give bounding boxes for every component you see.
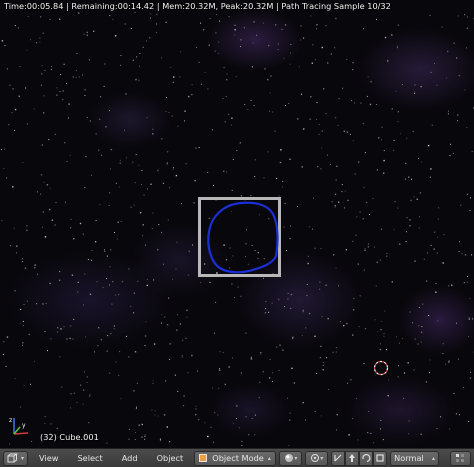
3d-viewport[interactable]: Time:00:05.84 | Remaining:00:14.42 | Mem… (0, 0, 474, 448)
manipulator-icon (334, 454, 342, 462)
viewport-shading-dropdown[interactable]: ▾ (279, 450, 303, 466)
pivot-point-icon (311, 454, 320, 462)
dropdown-arrow-icon: ▾ (320, 454, 324, 462)
pivot-point-dropdown[interactable]: ▾ (305, 450, 329, 466)
dropdown-arrow-icon: ▴ (431, 454, 435, 462)
menu-object[interactable]: Object (149, 451, 192, 466)
viewport-header: ▾ View Select Add Object Object Mode ▴ ▾… (0, 448, 474, 467)
dropdown-arrow-icon: ▾ (21, 454, 25, 462)
scale-button[interactable] (373, 450, 388, 466)
menu-add[interactable]: Add (114, 451, 146, 466)
svg-text:y: y (22, 422, 26, 429)
manipulator-toggle-button[interactable] (331, 450, 346, 466)
orientation-label: Normal (394, 453, 424, 463)
translate-button[interactable] (345, 450, 360, 466)
dropdown-arrow-icon: ▴ (267, 454, 271, 462)
object-mode-icon (199, 454, 208, 462)
scale-box-icon (376, 454, 384, 462)
layers-button[interactable] (450, 450, 471, 466)
rotate-button[interactable] (359, 450, 374, 466)
sphere-mesh-outline[interactable] (205, 200, 280, 275)
menu-view[interactable]: View (31, 451, 66, 466)
editor-type-button[interactable]: ▾ (3, 450, 29, 466)
manipulator-group (331, 450, 388, 466)
transform-orientation-dropdown[interactable]: Normal ▴ (390, 450, 439, 466)
translate-arrow-icon (349, 454, 356, 462)
active-object-label: (32) Cube.001 (40, 432, 99, 442)
render-status-text: Time:00:05.84 | Remaining:00:14.42 | Mem… (4, 1, 391, 11)
interaction-mode-dropdown[interactable]: Object Mode ▴ (194, 450, 277, 466)
mode-label: Object Mode (212, 453, 264, 463)
svg-text:z: z (9, 417, 12, 424)
rendered-shading-icon (285, 454, 294, 462)
menu-select[interactable]: Select (69, 451, 110, 466)
axis-gizmo-icon: z y (9, 417, 29, 435)
3d-cursor-icon[interactable] (373, 360, 389, 376)
layers-grid-icon (456, 454, 465, 462)
dropdown-arrow-icon: ▾ (294, 454, 298, 462)
rotate-arc-icon (362, 453, 371, 463)
view3d-icon (7, 453, 18, 463)
